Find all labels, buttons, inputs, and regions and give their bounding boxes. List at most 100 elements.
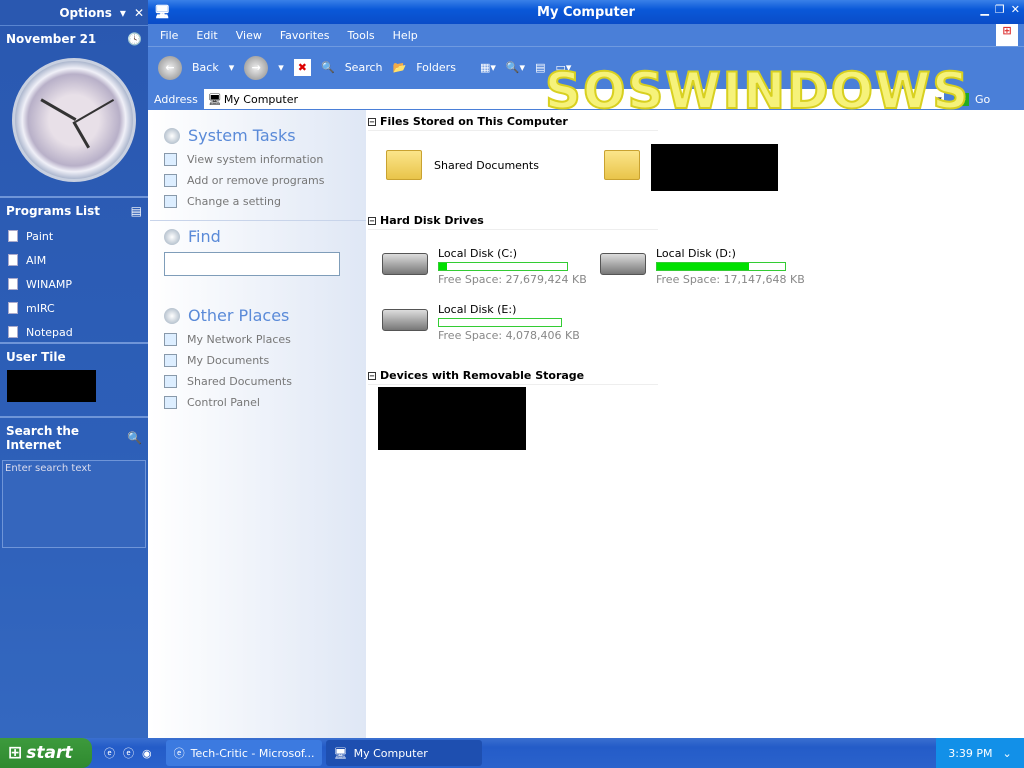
folder-icon [164,375,177,388]
menu-bar: File Edit View Favorites Tools Help ⊞ [148,24,1024,46]
programs-icon [164,174,177,187]
task-tech-critic[interactable]: ⓔ Tech-Critic - Microsof... [165,740,322,766]
internet-explorer-icon[interactable]: ⓔ [104,745,115,761]
place-my-network-places[interactable]: My Network Places [150,329,366,350]
delete-icon[interactable]: ✖ [293,59,311,76]
usage-bar [438,318,562,327]
task-pane: System Tasks View system information Add… [150,110,366,738]
media-player-icon[interactable]: ◉ [142,747,152,760]
folder-icon[interactable] [604,150,640,180]
window-icon[interactable]: ▭▾ [555,61,571,74]
close-icon[interactable]: ✕ [134,6,144,20]
options-dropdown-icon[interactable]: ▾ [120,6,126,20]
group-hard-disks[interactable]: − Hard Disk Drives [368,211,658,230]
computer-icon: 🖥 [333,746,348,760]
back-button[interactable]: Back [192,61,219,74]
notepad-icon[interactable]: ▤ [131,204,142,218]
control-panel-icon [164,195,177,208]
task-label: Tech-Critic - Microsof... [190,746,315,760]
task-label: My Computer [353,746,428,760]
menu-edit[interactable]: Edit [196,29,217,42]
system-tasks-header[interactable]: System Tasks [150,122,366,149]
menu-tools[interactable]: Tools [348,29,375,42]
search-icon[interactable]: 🔍 [321,61,335,74]
windows-flag-icon: ⊞ [8,743,23,763]
forward-dropdown-icon[interactable]: ▾ [278,61,284,74]
internet-search-input[interactable]: Enter search text [2,460,146,548]
program-notepad[interactable]: Notepad [0,320,148,344]
menu-favorites[interactable]: Favorites [280,29,330,42]
paint-icon [8,230,18,242]
collapse-icon[interactable]: − [368,371,376,380]
redacted-folder-name [651,144,778,191]
item-label: Shared Documents [434,158,539,172]
restore-button[interactable]: ❐ [995,3,1005,16]
user-tile-title: User Tile [6,350,66,364]
options-button[interactable]: Options [59,6,112,20]
redacted-removable-devices [378,387,526,450]
find-input[interactable] [164,252,340,276]
back-dropdown-icon[interactable]: ▾ [229,61,235,74]
user-tile: User Tile [0,344,148,418]
shared-documents-item[interactable]: Shared Documents [386,150,539,180]
start-button[interactable]: ⊞ start [0,738,92,768]
free-space: Free Space: 17,147,648 KB [656,273,805,286]
place-shared-documents[interactable]: Shared Documents [150,371,366,392]
program-winamp[interactable]: WINAMP [0,272,148,296]
close-button[interactable]: ✕ [1011,3,1020,16]
collapse-icon[interactable] [164,307,180,324]
minimize-button[interactable]: ▁ [980,3,988,16]
group-files[interactable]: − Files Stored on This Computer [368,112,658,131]
collapse-icon[interactable] [164,228,180,245]
address-dropdown-icon[interactable]: ▾ [936,93,942,106]
collapse-icon[interactable]: − [368,117,376,126]
search-options-icon[interactable]: 🔍▾ [506,61,525,74]
folders-icon[interactable]: 📂 [393,61,407,74]
program-label: Paint [26,229,54,243]
task-my-computer[interactable]: 🖥 My Computer [325,740,482,766]
task-add-remove-programs[interactable]: Add or remove programs [150,170,366,191]
group-title: Files Stored on This Computer [380,115,568,128]
program-mirc[interactable]: mIRC [0,296,148,320]
browser-icon[interactable]: ⓔ [123,745,134,761]
system-tray: 3:39 PM ⌄ [936,738,1024,768]
show-hidden-icons-icon[interactable]: ⌄ [1003,747,1012,760]
program-aim[interactable]: AIM [0,248,148,272]
task-change-setting[interactable]: Change a setting [150,191,366,212]
collapse-icon[interactable]: − [368,216,376,225]
go-icon[interactable]: ➜ [953,92,970,106]
disk-d[interactable]: Local Disk (D:) Free Space: 17,147,648 KB [600,247,805,286]
menu-file[interactable]: File [160,29,178,42]
hard-disk-icon [600,253,646,275]
disk-c[interactable]: Local Disk (C:) Free Space: 27,679,424 KB [382,247,587,286]
folders-button[interactable]: Folders [416,61,456,74]
my-computer-window: 🖥 My Computer ▁ ❐ ✕ File Edit View Favorit… [148,0,1024,738]
collapse-icon[interactable] [164,127,180,144]
views-icon[interactable]: ▦▾ [480,61,496,74]
desktop-sidebar: Options ▾ ✕ November 21 🕓 Programs List ▤ … [0,0,148,738]
date-label: November 21 [6,32,97,46]
group-removable[interactable]: − Devices with Removable Storage [368,366,658,385]
search-icon[interactable]: 🔍 [127,431,142,445]
task-view-system-info[interactable]: View system information [150,149,366,170]
program-paint[interactable]: Paint [0,224,148,248]
toolbar: ← Back ▾ → ▾ ✖ 🔍 Search 📂 Folders ▦▾ 🔍▾ ▤ ▭▾ [148,46,1024,88]
other-places-header[interactable]: Other Places [150,302,366,329]
address-input[interactable]: 🖥 My Computer ▾ [203,89,944,109]
disk-e[interactable]: Local Disk (E:) Free Space: 4,078,406 KB [382,303,580,342]
menu-help[interactable]: Help [393,29,418,42]
folder-icon [386,150,422,180]
section-title: System Tasks [188,126,296,145]
clock[interactable]: 3:39 PM [948,747,992,760]
place-my-documents[interactable]: My Documents [150,350,366,371]
place-control-panel[interactable]: Control Panel [150,392,366,413]
forward-button[interactable]: → [244,55,269,80]
find-header[interactable]: Find [150,223,366,250]
file-icon [8,278,18,290]
grid-icon[interactable]: ▤ [535,61,545,74]
menu-view[interactable]: View [236,29,262,42]
search-button[interactable]: Search [345,61,383,74]
clock-icon[interactable]: 🕓 [127,32,142,46]
back-icon[interactable]: ← [158,55,182,80]
go-button[interactable]: Go [975,93,990,106]
